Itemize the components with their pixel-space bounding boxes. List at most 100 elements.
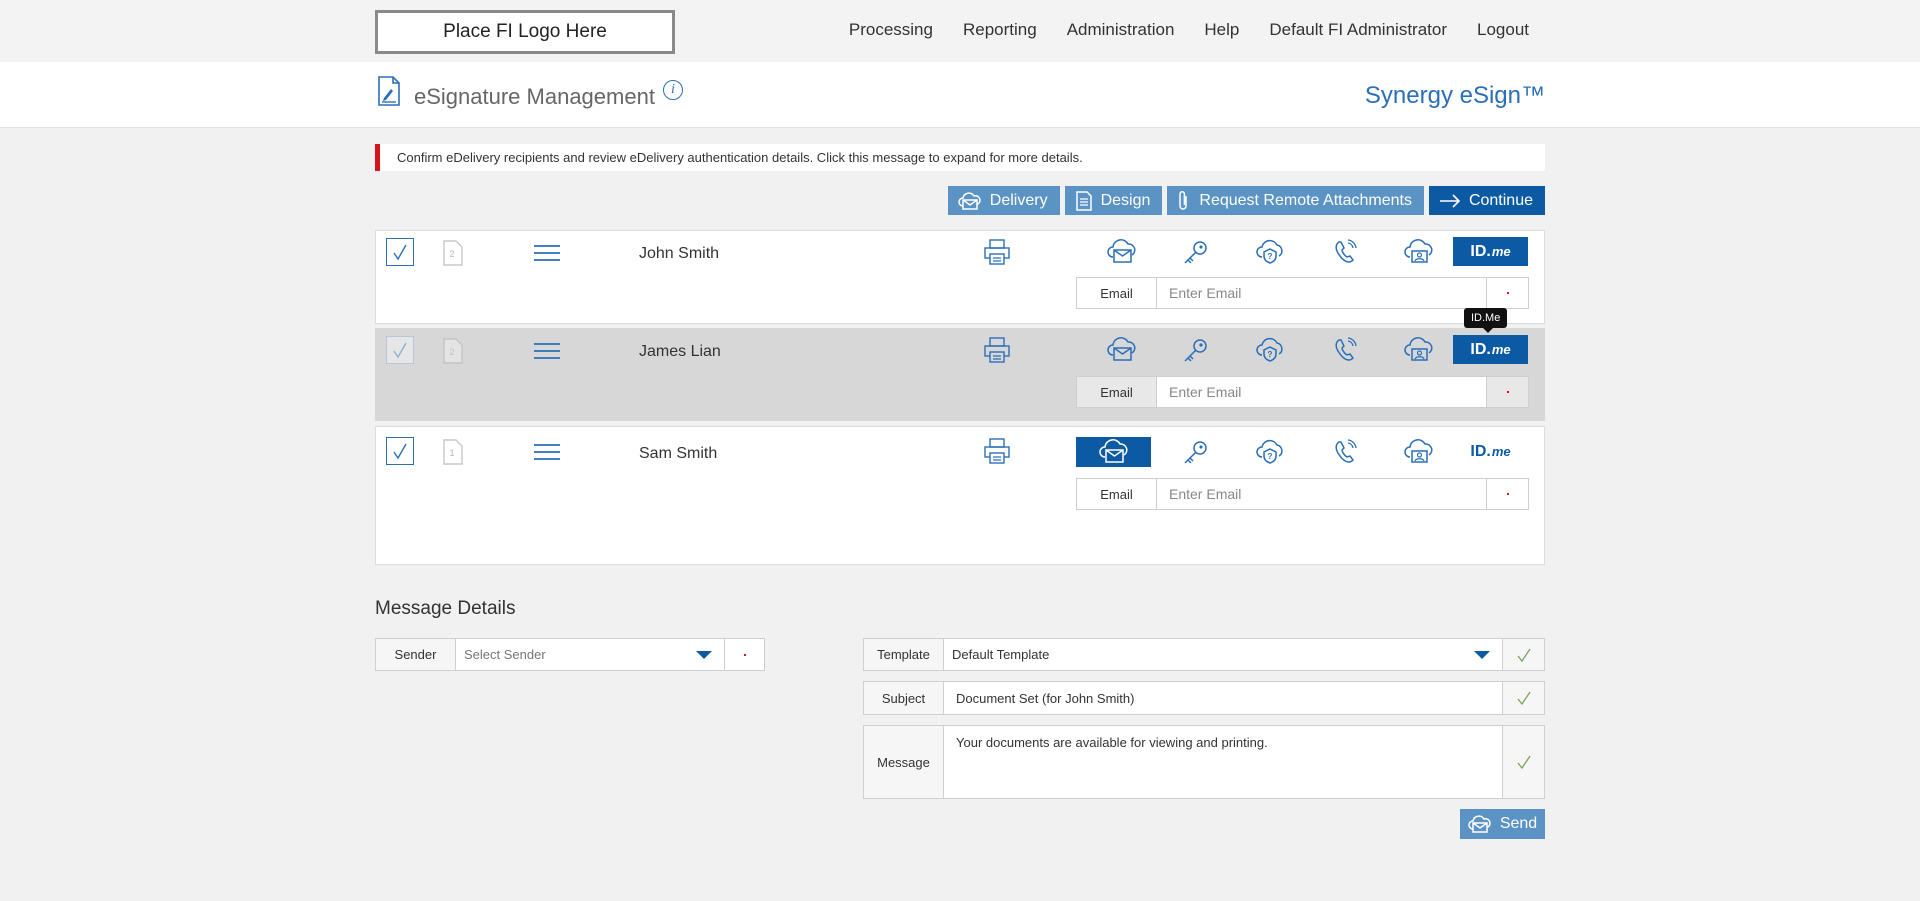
- email-input[interactable]: [1157, 278, 1486, 308]
- email-delivery-icon[interactable]: [1103, 237, 1141, 267]
- printer-icon[interactable]: [983, 238, 1011, 271]
- page-count-icon: 2: [442, 240, 464, 271]
- page-count-icon: 1: [442, 439, 464, 470]
- delivery-button-label: Delivery: [989, 191, 1048, 209]
- menu-icon[interactable]: [533, 443, 561, 466]
- nav-processing[interactable]: Processing: [849, 20, 933, 40]
- nav-user-menu[interactable]: Default FI Administrator: [1269, 20, 1447, 40]
- template-field: Template Default Template: [863, 638, 1545, 671]
- subject-input[interactable]: Document Set (for John Smith): [944, 682, 1502, 714]
- printer-icon[interactable]: [983, 336, 1011, 369]
- menu-icon[interactable]: [533, 342, 561, 365]
- sender-select[interactable]: Select Sender: [456, 639, 724, 670]
- idme-button[interactable]: ID. me: [1453, 437, 1528, 466]
- email-input[interactable]: [1157, 377, 1486, 407]
- recipient-row: 1 Sam Smith ? ID. me Email: [375, 426, 1545, 565]
- idme-button[interactable]: ID. me: [1453, 237, 1528, 266]
- email-label: Email: [1077, 377, 1157, 407]
- cloud-envelope-icon: [958, 191, 981, 210]
- page-count-value: 2: [449, 249, 454, 259]
- key-icon[interactable]: [1177, 335, 1215, 365]
- key-icon[interactable]: [1177, 437, 1215, 467]
- security-question-icon[interactable]: ?: [1251, 437, 1289, 467]
- menu-icon[interactable]: [533, 244, 561, 267]
- valid-check-icon: [1502, 639, 1544, 670]
- recipient-name: Sam Smith: [639, 445, 718, 462]
- top-bar: Place FI Logo Here Processing Reporting …: [0, 0, 1920, 62]
- sender-field: Sender Select Sender: [375, 638, 765, 671]
- email-input[interactable]: [1157, 479, 1486, 509]
- arrow-right-icon: [1439, 193, 1461, 208]
- sender-label: Sender: [376, 639, 456, 670]
- page-count-value: 2: [449, 347, 454, 357]
- required-indicator: [1486, 377, 1528, 407]
- template-select-value: Default Template: [952, 647, 1050, 662]
- request-remote-attachments-label: Request Remote Attachments: [1199, 191, 1412, 209]
- checkmark-icon: [393, 342, 407, 359]
- chevron-down-icon: [1474, 650, 1490, 659]
- document-sign-icon: [376, 76, 402, 111]
- message-field: Message Your documents are available for…: [863, 725, 1545, 799]
- idme-text-suffix: me: [1491, 342, 1511, 357]
- nav-administration[interactable]: Administration: [1067, 20, 1175, 40]
- delivery-button[interactable]: Delivery: [947, 186, 1060, 215]
- svg-text:?: ?: [1268, 252, 1273, 261]
- key-icon[interactable]: [1177, 237, 1215, 267]
- subject-field: Subject Document Set (for John Smith): [863, 681, 1545, 715]
- required-indicator: [1486, 479, 1528, 509]
- svg-text:?: ?: [1268, 452, 1273, 461]
- recipient-name: James Lian: [639, 343, 721, 360]
- continue-button-label: Continue: [1468, 191, 1533, 209]
- required-indicator: [724, 639, 764, 670]
- checkmark-icon: [393, 443, 407, 460]
- send-button[interactable]: Send: [1460, 809, 1545, 839]
- send-button-label: Send: [1499, 815, 1538, 832]
- cloud-user-icon[interactable]: [1400, 237, 1438, 267]
- email-label: Email: [1077, 278, 1157, 308]
- nav-reporting[interactable]: Reporting: [963, 20, 1037, 40]
- subject-label: Subject: [864, 682, 944, 714]
- valid-check-icon: [1502, 682, 1544, 714]
- recipient-row: 2 James Lian ? ID. me Email: [375, 328, 1545, 421]
- cloud-user-icon[interactable]: [1400, 335, 1438, 365]
- phone-icon[interactable]: [1326, 335, 1364, 365]
- nav-help[interactable]: Help: [1204, 20, 1239, 40]
- sender-select-placeholder: Select Sender: [464, 647, 546, 662]
- security-question-icon[interactable]: ?: [1251, 237, 1289, 267]
- email-field: Email: [1076, 478, 1529, 510]
- template-select[interactable]: Default Template: [944, 639, 1502, 670]
- idme-button[interactable]: ID. me: [1453, 335, 1528, 364]
- request-remote-attachments-button[interactable]: Request Remote Attachments: [1167, 186, 1424, 215]
- phone-icon[interactable]: [1326, 237, 1364, 267]
- security-question-icon[interactable]: ?: [1251, 335, 1289, 365]
- idme-text-suffix: me: [1491, 444, 1511, 459]
- main-nav: Processing Reporting Administration Help…: [849, 20, 1529, 40]
- checkmark-icon: [393, 244, 407, 261]
- recipient-checkbox[interactable]: [386, 238, 414, 266]
- template-label: Template: [864, 639, 944, 670]
- idme-text: ID.: [1470, 242, 1491, 260]
- document-list-icon: [1075, 190, 1092, 211]
- email-delivery-icon[interactable]: [1103, 335, 1141, 365]
- info-icon[interactable]: i: [663, 80, 683, 100]
- page-count-icon: 2: [442, 338, 464, 369]
- nav-logout[interactable]: Logout: [1477, 20, 1529, 40]
- recipient-checkbox[interactable]: [386, 437, 414, 465]
- phone-icon[interactable]: [1326, 437, 1364, 467]
- alert-message[interactable]: Confirm eDelivery recipients and review …: [375, 144, 1545, 171]
- email-delivery-icon[interactable]: [1076, 437, 1151, 467]
- cloud-user-icon[interactable]: [1400, 437, 1438, 467]
- fi-logo-placeholder: Place FI Logo Here: [375, 10, 675, 54]
- recipient-row: 2 John Smith ? ID. me Email: [375, 230, 1545, 324]
- idme-tooltip: ID.Me: [1464, 308, 1508, 333]
- message-textarea[interactable]: Your documents are available for viewing…: [944, 726, 1502, 798]
- idme-text: ID.: [1470, 442, 1491, 460]
- continue-button[interactable]: Continue: [1428, 186, 1545, 215]
- recipient-checkbox[interactable]: [386, 336, 414, 364]
- design-button[interactable]: Design: [1064, 186, 1163, 215]
- page-title: eSignature Management: [414, 84, 655, 109]
- page-count-value: 1: [449, 448, 454, 458]
- email-field: Email: [1076, 376, 1529, 408]
- printer-icon[interactable]: [983, 437, 1011, 470]
- message-details-title: Message Details: [375, 598, 516, 619]
